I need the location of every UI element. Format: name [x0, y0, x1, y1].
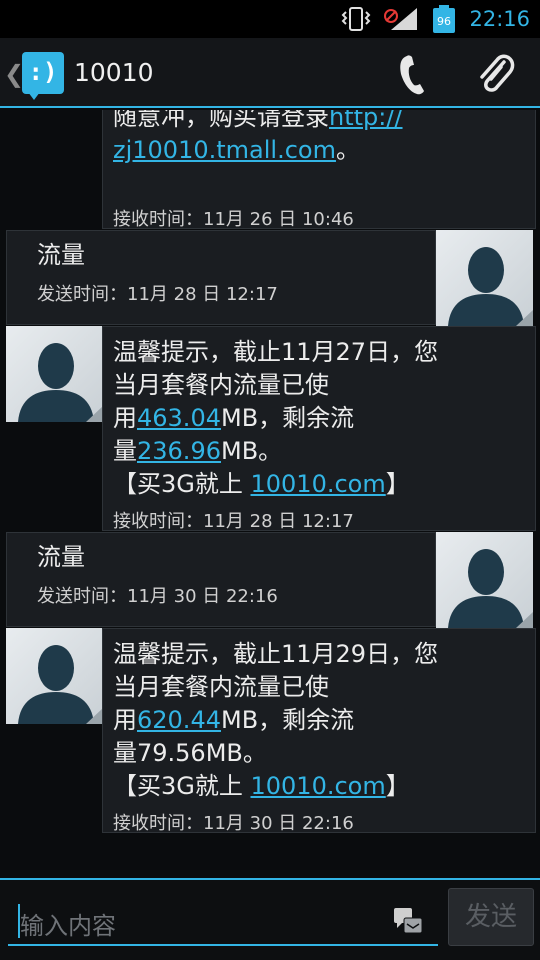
signal-strength-icon: [381, 6, 421, 32]
person-silhouette-icon: [448, 247, 533, 326]
message-timestamp: 发送时间：11月 30 日 22:16: [37, 586, 278, 607]
compose-bar: 输入内容 发送: [0, 878, 540, 960]
message-bubble: 温馨提示，截止11月29日，您 当月套餐内流量已使 用620.44MB，剩余流 …: [102, 628, 536, 834]
avatar[interactable]: [6, 326, 103, 422]
message-bubble: 流量 发送时间：11月 30 日 22:16: [6, 532, 436, 627]
attach-button[interactable]: [474, 52, 518, 96]
paperclip-icon: [480, 54, 515, 92]
message-link[interactable]: zj10010.tmall.com: [113, 136, 336, 164]
emoticon-icon: [394, 908, 423, 934]
message-link[interactable]: 10010.com: [251, 772, 386, 800]
message-timestamp: 发送时间：11月 28 日 12:17: [37, 284, 278, 305]
message-received[interactable]: 随意冲，购买请登录http:// zj10010.tmall.com。 接收时间…: [0, 110, 540, 230]
message-text: 流量: [37, 241, 85, 269]
message-bubble: 流量 发送时间：11月 28 日 12:17: [6, 230, 436, 325]
call-button[interactable]: [392, 52, 436, 96]
message-link[interactable]: 10010.com: [251, 470, 386, 498]
smiley-glyph: :): [28, 58, 58, 86]
message-received[interactable]: 温馨提示，截止11月29日，您 当月套餐内流量已使 用620.44MB，剩余流 …: [0, 628, 540, 834]
person-silhouette-icon: [18, 343, 103, 422]
message-text: 量79.56MB。: [113, 739, 267, 767]
phone-icon: [400, 55, 424, 95]
message-link[interactable]: 463.04: [137, 404, 221, 432]
message-text: 温馨提示，截止11月27日，您: [113, 338, 439, 366]
message-text: 当月套餐内流量已使: [113, 673, 329, 701]
message-sent[interactable]: 流量 发送时间：11月 28 日 12:17: [0, 230, 540, 326]
status-bar: 96 22:16: [0, 0, 540, 38]
conversation-title: 10010: [74, 58, 154, 87]
battery-icon: 96: [431, 5, 457, 33]
message-bubble: 温馨提示，截止11月27日，您 当月套餐内流量已使 用463.04MB，剩余流 …: [102, 326, 536, 532]
message-link[interactable]: 620.44: [137, 706, 221, 734]
emoticon-button[interactable]: [390, 904, 426, 940]
message-bubble: 随意冲，购买请登录http:// zj10010.tmall.com。 接收时间…: [102, 110, 536, 230]
message-input-placeholder: 输入内容: [20, 912, 116, 940]
send-button[interactable]: 发送: [448, 888, 534, 946]
action-bar: ❮ :) 10010: [0, 38, 540, 108]
status-time: 22:16: [469, 7, 530, 31]
messaging-app-icon[interactable]: :): [22, 52, 64, 100]
vibrate-icon: [341, 6, 371, 32]
message-link[interactable]: 236.96: [137, 437, 221, 465]
person-silhouette-icon: [448, 549, 533, 628]
message-text: 当月套餐内流量已使: [113, 371, 329, 399]
message-timestamp: 接收时间：11月 28 日 12:17: [113, 511, 354, 532]
message-text: 温馨提示，截止11月29日，您: [113, 640, 439, 668]
message-text: 随意冲，购买请登录: [113, 110, 329, 131]
avatar[interactable]: [6, 628, 103, 724]
message-text: 流量: [37, 543, 85, 571]
battery-level: 96: [437, 15, 451, 28]
message-timestamp: 接收时间：11月 26 日 10:46: [113, 209, 354, 230]
message-sent[interactable]: 流量 发送时间：11月 30 日 22:16: [0, 532, 540, 628]
message-text: 。: [335, 136, 360, 164]
avatar[interactable]: [436, 230, 533, 326]
message-link[interactable]: http://: [329, 110, 403, 131]
message-timestamp: 接收时间：11月 30 日 22:16: [113, 813, 354, 834]
person-silhouette-icon: [18, 645, 103, 724]
conversation-list[interactable]: 随意冲，购买请登录http:// zj10010.tmall.com。 接收时间…: [0, 110, 540, 878]
message-input[interactable]: 输入内容: [8, 898, 438, 946]
avatar[interactable]: [436, 532, 533, 628]
message-received[interactable]: 温馨提示，截止11月27日，您 当月套餐内流量已使 用463.04MB，剩余流 …: [0, 326, 540, 532]
